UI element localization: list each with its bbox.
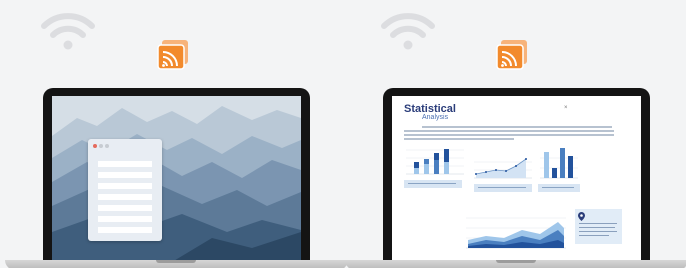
laptop-notch xyxy=(156,260,196,263)
bar-chart-thumbnail xyxy=(540,148,578,179)
bar-chart-thumbnail xyxy=(406,149,464,175)
document-text-line xyxy=(404,134,614,136)
laptop-bezel xyxy=(43,88,310,262)
laptop-screen xyxy=(52,96,301,262)
info-text-line xyxy=(579,227,615,228)
document-subtitle: Analysis xyxy=(422,114,449,121)
window-content-line xyxy=(98,216,152,222)
close-icon[interactable]: × xyxy=(564,105,568,111)
info-text-line xyxy=(579,223,617,224)
laptop-bezel: Statistical Analysis × xyxy=(383,88,650,262)
caption-text-line xyxy=(408,183,456,184)
window-content-line xyxy=(98,205,152,211)
statistical-document: Statistical Analysis × xyxy=(392,96,641,262)
line-chart-thumbnail xyxy=(474,158,532,179)
scene: Statistical Analysis × xyxy=(0,0,686,268)
info-card xyxy=(575,209,622,244)
maximize-dot[interactable] xyxy=(105,144,109,148)
wifi-icon xyxy=(41,13,95,50)
laptop-right: Statistical Analysis × xyxy=(345,88,686,268)
window-content-line xyxy=(98,172,152,178)
chart-caption xyxy=(474,184,532,192)
document-text-line xyxy=(422,126,612,128)
wifi-icon xyxy=(381,13,435,50)
app-window[interactable] xyxy=(88,139,162,241)
minimize-dot[interactable] xyxy=(99,144,103,148)
window-content-line xyxy=(98,194,152,200)
info-text-line xyxy=(579,231,617,232)
caption-text-line xyxy=(542,187,574,188)
close-dot[interactable] xyxy=(93,144,97,148)
laptop-left xyxy=(5,88,348,268)
window-content-line xyxy=(98,161,152,167)
document-text-line xyxy=(404,130,614,132)
screen-cast-icon xyxy=(496,40,527,70)
document-text-line xyxy=(404,138,514,140)
laptop-screen: Statistical Analysis × xyxy=(392,96,641,262)
caption-text-line xyxy=(478,187,526,188)
window-content-line xyxy=(98,183,152,189)
info-text-line xyxy=(579,235,609,236)
location-pin-icon xyxy=(578,212,585,221)
screen-cast-icon xyxy=(157,40,188,70)
laptop-notch xyxy=(496,260,536,263)
area-chart-thumbnail xyxy=(466,217,566,249)
window-content-line xyxy=(98,227,152,233)
window-controls xyxy=(93,144,109,148)
chart-caption xyxy=(538,184,580,192)
chart-caption xyxy=(404,180,462,188)
